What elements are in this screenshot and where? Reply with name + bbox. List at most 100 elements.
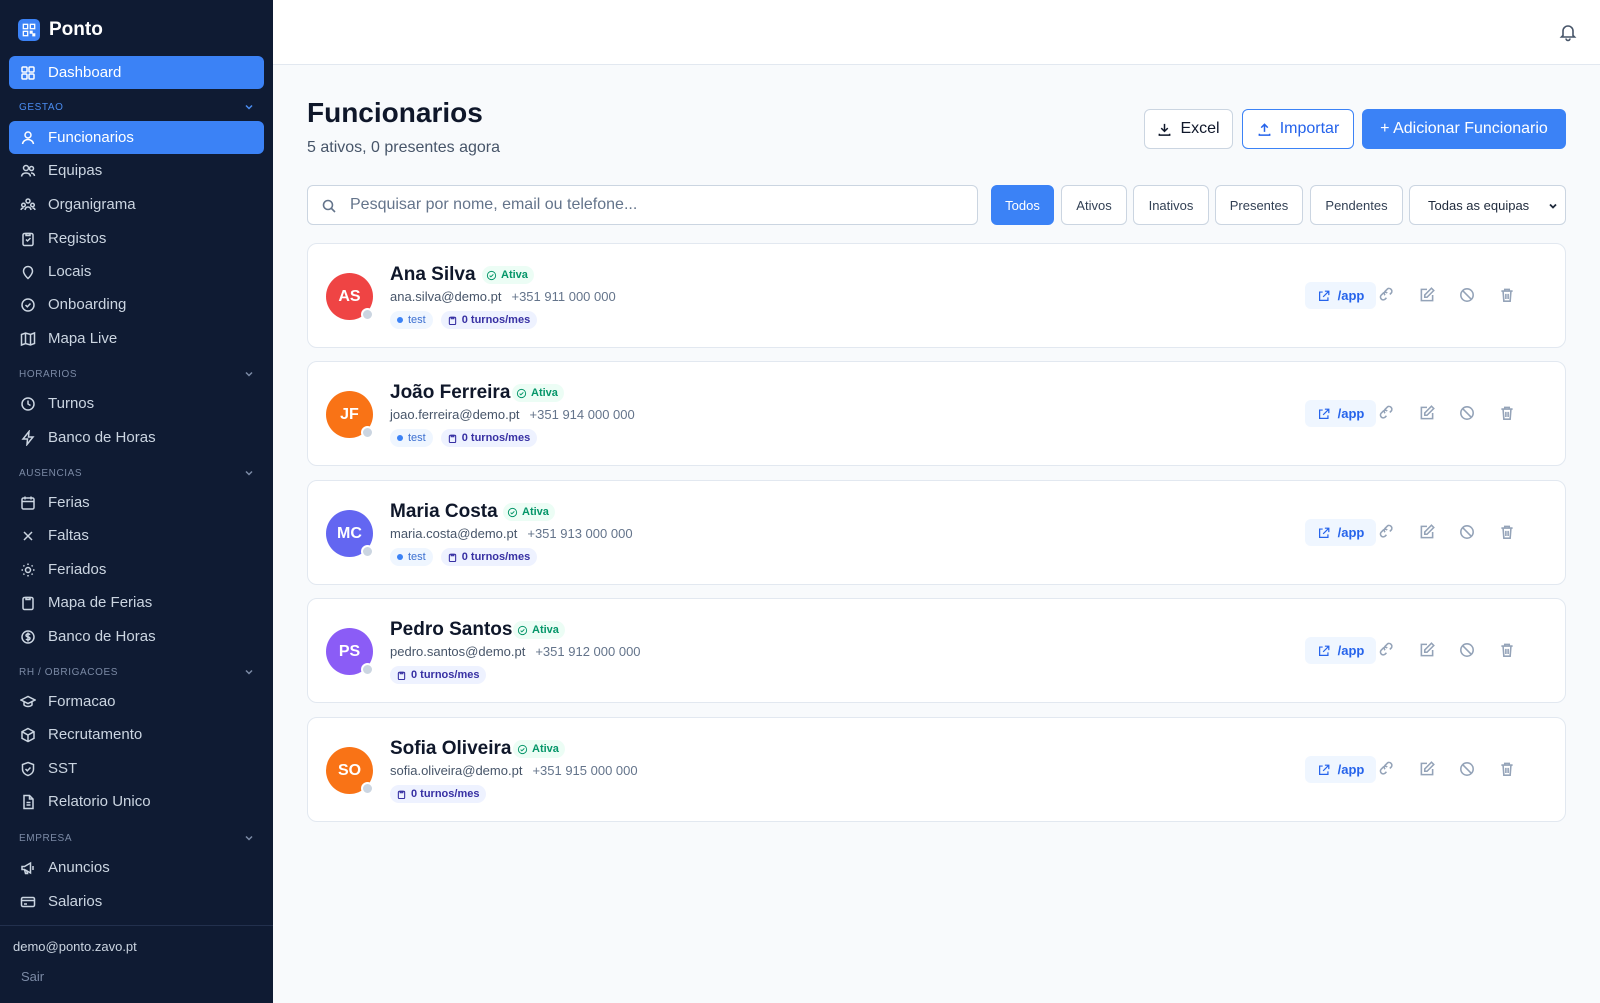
sidebar-item-formacao[interactable]: Formacao — [9, 685, 264, 718]
qr-code-icon — [18, 19, 40, 41]
employee-name[interactable]: Ana Silva — [390, 264, 476, 286]
team-select[interactable]: Todas as equipas — [1409, 185, 1566, 225]
nav-section-rh-obrigacoes[interactable]: RH / OBRIGACOES — [19, 665, 255, 679]
sidebar-item-relatorio-unico[interactable]: Relatorio Unico — [9, 785, 264, 818]
nav-section-empresa[interactable]: EMPRESA — [19, 831, 255, 845]
shifts-tag-label: 0 turnos/mes — [411, 669, 480, 681]
delete-button[interactable] — [1498, 641, 1516, 659]
sidebar-item-label: Funcionarios — [48, 129, 134, 146]
sidebar-item-equipas[interactable]: Equipas — [9, 154, 264, 187]
delete-button[interactable] — [1498, 523, 1516, 541]
sidebar-item-anuncios[interactable]: Anuncios — [9, 851, 264, 884]
employee-contact: joao.ferreira@demo.pt +351 914 000 000 — [390, 407, 635, 422]
copy-link-button[interactable] — [1378, 404, 1396, 422]
employee-card[interactable]: MC Maria Costa Ativa maria.costa@demo.pt… — [307, 480, 1566, 585]
deactivate-button[interactable] — [1458, 760, 1476, 778]
users-icon — [20, 164, 36, 177]
copy-link-button[interactable] — [1378, 286, 1396, 304]
employee-card[interactable]: AS Ana Silva Ativa ana.silva@demo.pt +351… — [307, 243, 1566, 348]
nav-section-title: HORARIOS — [19, 368, 78, 380]
logout-link[interactable]: Sair — [21, 969, 44, 984]
clipboard-icon — [448, 316, 456, 325]
filter-ativos[interactable]: Ativos — [1061, 185, 1127, 225]
sidebar-item-onboarding[interactable]: Onboarding — [9, 288, 264, 321]
app-link-button[interactable]: /app — [1305, 637, 1376, 664]
trash-icon — [1501, 406, 1513, 420]
excel-label: Excel — [1180, 120, 1220, 137]
deactivate-button[interactable] — [1458, 641, 1476, 659]
sidebar-item-banco-de-horas[interactable]: Banco de Horas — [9, 421, 264, 454]
employee-name[interactable]: João Ferreira — [390, 382, 510, 404]
external-link-icon — [1318, 408, 1330, 419]
edit-button[interactable] — [1418, 641, 1436, 659]
brand[interactable]: Ponto — [18, 18, 103, 42]
app-link-button[interactable]: /app — [1305, 400, 1376, 427]
sidebar-item-sst[interactable]: SST — [9, 752, 264, 785]
employee-tags: 0 turnos/mes — [390, 666, 487, 684]
page-subtitle: 5 ativos, 0 presentes agora — [307, 139, 501, 156]
filter-inativos[interactable]: Inativos — [1133, 185, 1209, 225]
employee-tags: test 0 turnos/mes — [390, 311, 538, 329]
sidebar-item-funcionarios[interactable]: Funcionarios — [9, 121, 264, 154]
filter-pendentes[interactable]: Pendentes — [1310, 185, 1403, 225]
nav-section-horarios[interactable]: HORARIOS — [19, 367, 255, 381]
search-icon — [322, 199, 336, 213]
employee-name[interactable]: Pedro Santos — [390, 619, 512, 641]
sidebar-item-mapa-de-ferias[interactable]: Mapa de Ferias — [9, 586, 264, 619]
nav-section-gestao[interactable]: GESTAO — [19, 100, 255, 114]
delete-button[interactable] — [1498, 286, 1516, 304]
sidebar-item-mapa-live[interactable]: Mapa Live — [9, 322, 264, 355]
delete-button[interactable] — [1498, 760, 1516, 778]
status-label: Ativa — [501, 269, 528, 281]
sidebar-item-salarios[interactable]: Salarios — [9, 885, 264, 918]
check-circle-icon — [516, 388, 527, 398]
sidebar-item-recrutamento[interactable]: Recrutamento — [9, 718, 264, 751]
sidebar-item-dashboard[interactable]: Dashboard — [9, 56, 264, 89]
team-dot-icon — [397, 554, 403, 560]
copy-link-button[interactable] — [1378, 641, 1396, 659]
filter-todos[interactable]: Todos — [991, 185, 1054, 225]
external-link-icon — [1318, 645, 1330, 656]
add-employee-button[interactable]: + Adicionar Funcionario — [1362, 109, 1566, 149]
sidebar-item-banco-de-horas-2[interactable]: Banco de Horas — [9, 620, 264, 653]
employee-card[interactable]: JF João Ferreira Ativa joao.ferreira@dem… — [307, 361, 1566, 466]
app-link-button[interactable]: /app — [1305, 756, 1376, 783]
bell-icon[interactable] — [1558, 22, 1578, 42]
edit-button[interactable] — [1418, 404, 1436, 422]
sidebar-item-registos[interactable]: Registos — [9, 222, 264, 255]
team-tag-label: test — [408, 551, 426, 563]
sidebar-item-feriados[interactable]: Feriados — [9, 553, 264, 586]
employee-name[interactable]: Maria Costa — [390, 501, 498, 523]
edit-button[interactable] — [1418, 760, 1436, 778]
sidebar-item-label: Mapa Live — [48, 330, 118, 347]
copy-link-button[interactable] — [1378, 523, 1396, 541]
sidebar-item-turnos[interactable]: Turnos — [9, 387, 264, 420]
search-input[interactable] — [350, 186, 970, 224]
edit-button[interactable] — [1418, 523, 1436, 541]
edit-button[interactable] — [1418, 286, 1436, 304]
sidebar-item-organigrama[interactable]: Organigrama — [9, 188, 264, 221]
check-circle-icon — [507, 507, 518, 517]
employee-phone: +351 911 000 000 — [511, 289, 616, 304]
deactivate-button[interactable] — [1458, 523, 1476, 541]
nav-section-ausencias[interactable]: AUSENCIAS — [19, 466, 255, 480]
copy-link-button[interactable] — [1378, 760, 1396, 778]
deactivate-button[interactable] — [1458, 404, 1476, 422]
delete-button[interactable] — [1498, 404, 1516, 422]
export-excel-button[interactable]: Excel — [1144, 109, 1233, 149]
app-link-button[interactable]: /app — [1305, 519, 1376, 546]
deactivate-button[interactable] — [1458, 286, 1476, 304]
import-button[interactable]: Importar — [1242, 109, 1354, 149]
employee-name[interactable]: Sofia Oliveira — [390, 738, 511, 760]
employee-card[interactable]: PS Pedro Santos Ativa pedro.santos@demo.… — [307, 598, 1566, 703]
employee-card[interactable]: SO Sofia Oliveira Ativa sofia.oliveira@d… — [307, 717, 1566, 822]
employee-tags: 0 turnos/mes — [390, 785, 487, 803]
sidebar-item-locais[interactable]: Locais — [9, 255, 264, 288]
sidebar-item-ferias[interactable]: Ferias — [9, 486, 264, 519]
app-link-button[interactable]: /app — [1305, 282, 1376, 309]
sidebar-item-faltas[interactable]: Faltas — [9, 519, 264, 552]
filter-presentes[interactable]: Presentes — [1215, 185, 1303, 225]
employee-phone: +351 914 000 000 — [529, 407, 635, 422]
employee-email: sofia.oliveira@demo.pt — [390, 763, 523, 778]
sidebar-item-label: Faltas — [48, 527, 89, 544]
